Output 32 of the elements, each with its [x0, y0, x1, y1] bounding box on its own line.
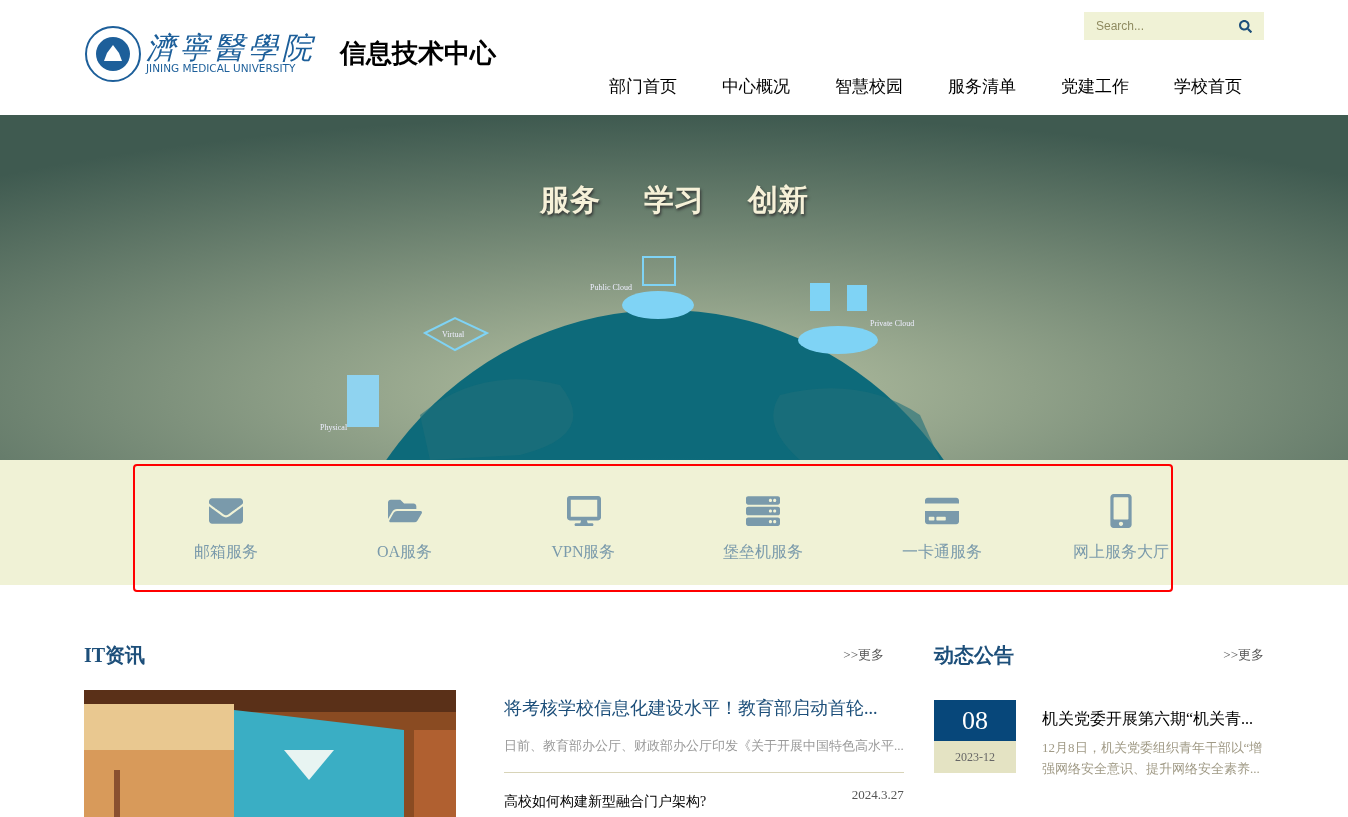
nav-link[interactable]: 学校首页 [1174, 74, 1242, 100]
nav-link[interactable]: 中心概况 [722, 74, 790, 100]
nav-link[interactable]: 部门首页 [609, 74, 677, 100]
news-headline[interactable]: 将考核学校信息化建设水平！教育部启动首轮... [504, 695, 904, 722]
logo-chinese: 濟寧醫學院 [146, 33, 316, 64]
banner-slogan: 学习 [644, 182, 704, 218]
more-link[interactable]: >>更多 [1223, 645, 1264, 665]
section-title: 动态公告 [934, 643, 1014, 668]
banner-label: Virtual [442, 331, 465, 339]
notice-month: 2023-12 [934, 741, 1016, 773]
notice-day: 08 [934, 700, 1016, 741]
notice-summary: 12月8日，机关党委组织青年干部以“增强网络安全意识、提升网络安全素养... [1042, 739, 1264, 778]
search-icon[interactable] [1239, 19, 1252, 33]
nav-link[interactable]: 服务清单 [948, 74, 1016, 100]
section-title: IT资讯 [84, 643, 146, 668]
news-date: 2024.3.27 [851, 785, 904, 804]
nav-link[interactable]: 党建工作 [1061, 74, 1129, 100]
news-link[interactable]: 高校如何构建新型融合门户架构? [504, 790, 707, 812]
university-emblem [84, 24, 142, 83]
nav-link[interactable]: 智慧校园 [835, 74, 903, 100]
banner-label: Public Cloud [590, 284, 632, 292]
notice-title[interactable]: 机关党委开展第六期“机关青... [1042, 707, 1264, 731]
monitor-icon [566, 494, 601, 528]
news-summary: 日前、教育部办公厅、财政部办公厅印发《关于开展中国特色高水平... [504, 737, 904, 755]
banner-slogan: 创新 [748, 182, 808, 218]
site-title: 信息技术中心 [340, 38, 496, 70]
more-link[interactable]: >>更多 [843, 645, 884, 665]
banner-label: Physical [320, 424, 348, 432]
banner-slogan: 服务 [540, 182, 600, 218]
banner-label: Private Cloud [870, 320, 915, 328]
server-icon [745, 494, 780, 528]
logo-text: JINING MEDICAL UNIVERSITY [146, 63, 297, 74]
